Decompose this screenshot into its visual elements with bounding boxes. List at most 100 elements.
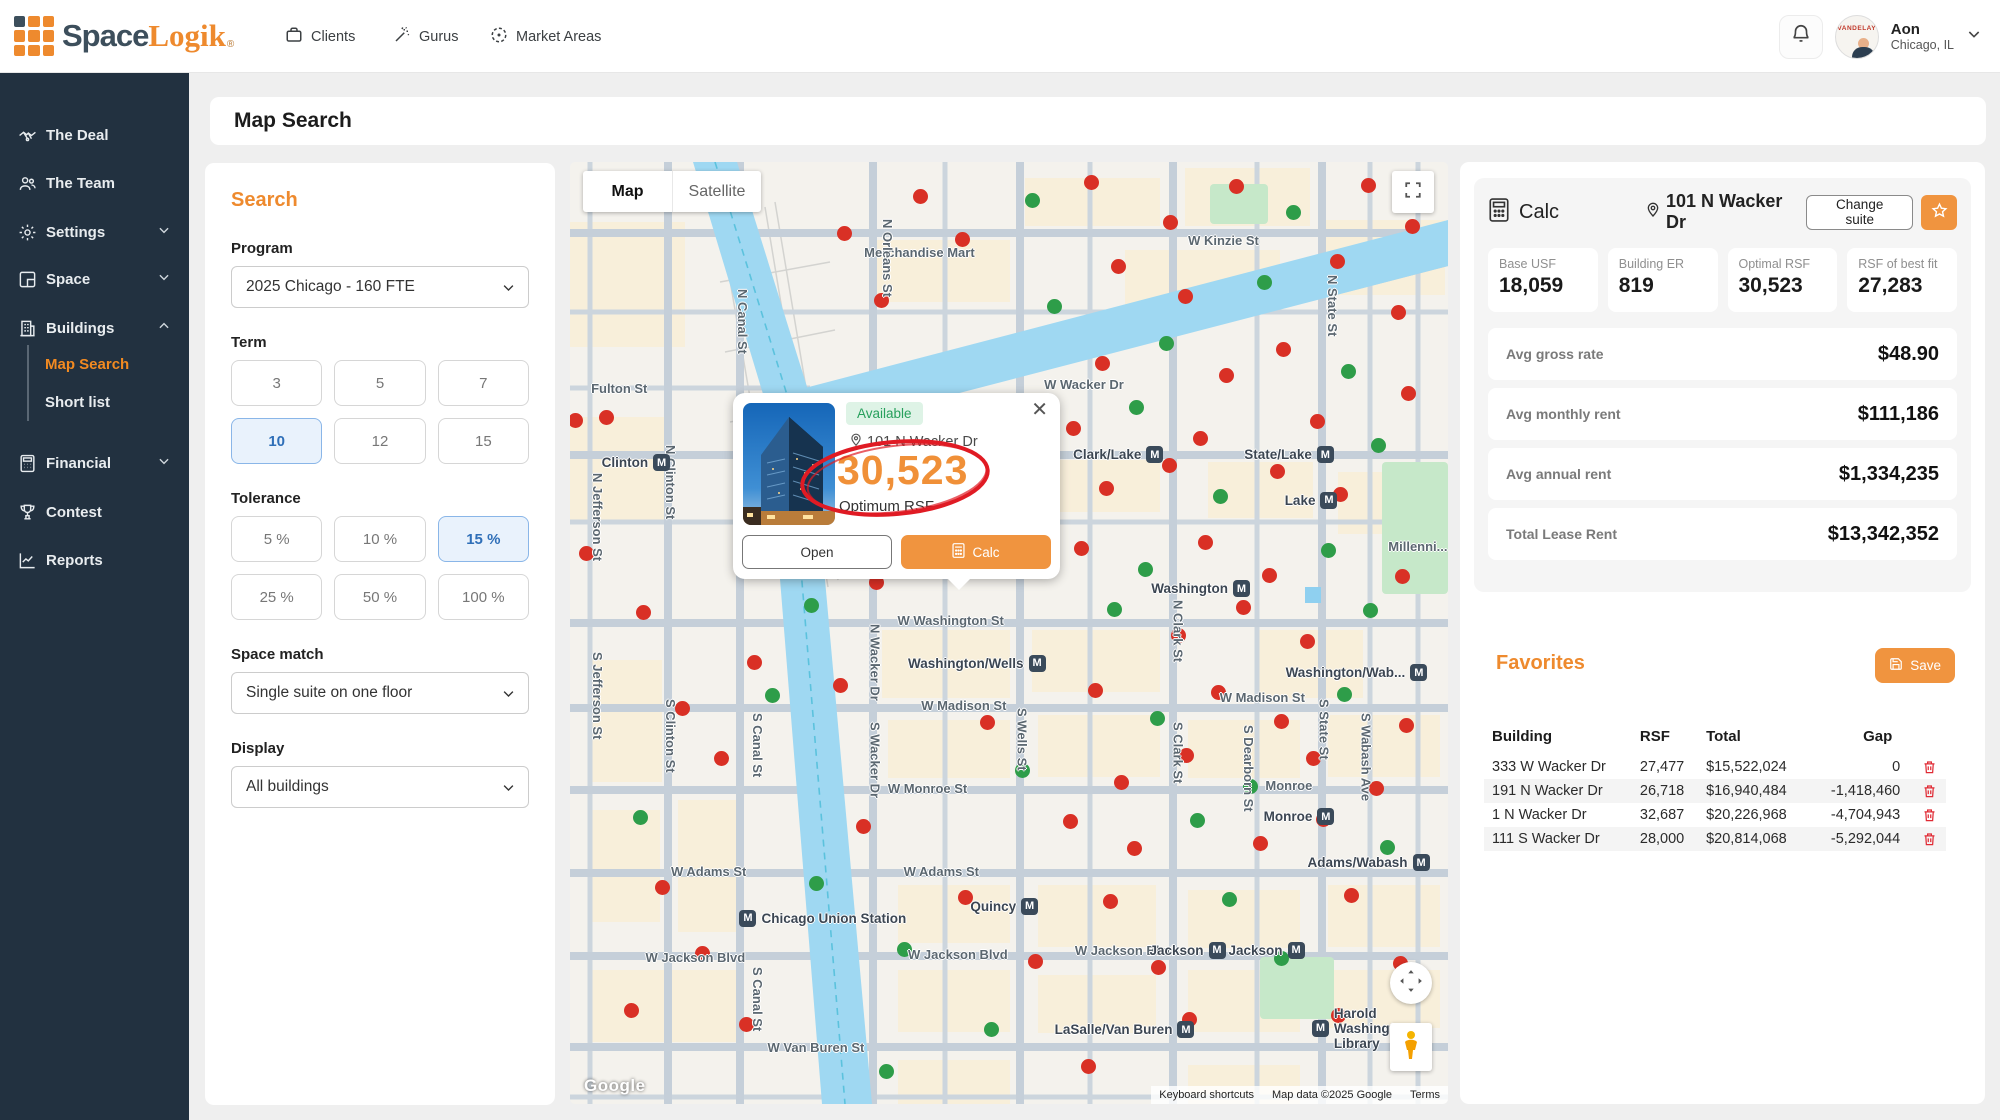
notifications-button[interactable] [1779,15,1823,59]
change-suite-button[interactable]: Change suite [1806,195,1913,230]
building-marker-green[interactable] [1371,438,1386,453]
building-marker-red[interactable] [1178,289,1193,304]
spacelogik-logo[interactable]: SpaceLogik® [14,16,234,56]
building-marker-green[interactable] [1380,840,1395,855]
map-canvas[interactable]: W Kinzie StMerchandise MartN Orleans StN… [570,162,1448,1104]
building-marker-red[interactable] [1270,464,1285,479]
term-option-15[interactable]: 15 [438,418,529,464]
building-marker-red[interactable] [1163,215,1178,230]
term-option-5[interactable]: 5 [334,360,425,406]
building-marker-green[interactable] [1341,364,1356,379]
building-marker-red[interactable] [1229,179,1244,194]
building-marker-red[interactable] [1361,178,1376,193]
save-button[interactable]: Save [1875,648,1955,683]
metro-station-label: JacksonM [1149,942,1225,959]
space-match-select[interactable]: Single suite on one floor [231,672,529,714]
building-marker-green[interactable] [1138,562,1153,577]
building-marker-green[interactable] [1190,813,1205,828]
nav-item-gurus[interactable]: Gurus [393,0,459,73]
trash-icon[interactable] [1922,759,1942,775]
building-marker-green[interactable] [1159,336,1174,351]
sidebar-item-the-team[interactable]: The Team [0,166,189,200]
sidebar-item-the-deal[interactable]: The Deal [0,118,189,152]
trash-icon[interactable] [1922,783,1942,799]
term-options: 357 10 12 15 [231,360,529,464]
building-marker-green[interactable] [1150,711,1165,726]
building-marker-red[interactable] [1262,568,1277,583]
building-marker-red[interactable] [1088,683,1103,698]
trash-icon[interactable] [1922,807,1942,823]
building-marker-red[interactable] [1405,219,1420,234]
avatar[interactable]: VANDELAY [1835,15,1879,59]
tolerance-option-25%[interactable]: 25 % [231,574,322,620]
terms-link[interactable]: Terms [1410,1089,1440,1101]
building-marker-red[interactable] [1099,481,1114,496]
metro-icon: M [1317,808,1334,825]
term-option-10[interactable]: 10 [231,418,322,464]
tolerance-option-5%[interactable]: 5 % [231,516,322,562]
sidebar-item-reports[interactable]: Reports [0,543,189,577]
building-marker-red[interactable] [837,226,852,241]
building-marker-red[interactable] [1219,368,1234,383]
metro-icon: M [1320,492,1337,509]
sidebar-subitem-map-search[interactable]: Map Search [29,345,177,383]
pan-control[interactable] [1390,962,1432,1004]
open-button[interactable]: Open [742,535,892,569]
sidebar-item-space[interactable]: Space [0,262,189,296]
close-icon[interactable]: ✕ [1031,397,1048,422]
building-marker-red[interactable] [1095,356,1110,371]
building-marker-green[interactable] [1222,892,1237,907]
nav-item-label: Gurus [419,29,459,45]
building-marker-red[interactable] [1274,714,1289,729]
tolerance-option-15%[interactable]: 15 % [438,516,529,562]
building-marker-red[interactable] [1111,259,1126,274]
building-marker-green[interactable] [1025,193,1040,208]
chevron-down-icon[interactable] [1966,26,1982,47]
tolerance-option-10%[interactable]: 10 % [334,516,425,562]
building-marker-green[interactable] [1047,299,1062,314]
trash-icon[interactable] [1922,831,1942,847]
building-marker-red[interactable] [1066,421,1081,436]
building-marker-red[interactable] [1236,600,1251,615]
program-select[interactable]: 2025 Chicago - 160 FTE [231,266,529,308]
term-option-12[interactable]: 12 [334,418,425,464]
map-type-map[interactable]: Map [583,171,672,212]
nav-item-market-areas[interactable]: Market Areas [490,0,601,73]
building-marker-green[interactable] [1257,275,1272,290]
building-marker-red[interactable] [1127,841,1142,856]
favorites-header-row: Building RSF Total Gap [1484,722,1946,755]
sidebar-item-buildings[interactable]: Buildings [0,311,189,345]
building-marker-green[interactable] [984,1022,999,1037]
building-marker-red[interactable] [1198,535,1213,550]
term-option-7[interactable]: 7 [438,360,529,406]
building-marker-green[interactable] [633,810,648,825]
building-marker-green[interactable] [1286,205,1301,220]
keyboard-shortcuts-link[interactable]: Keyboard shortcuts [1159,1089,1254,1101]
building-marker-green[interactable] [1321,543,1336,558]
street-label: Millenni... [1388,539,1447,554]
favorite-star-button[interactable] [1921,195,1957,230]
sidebar-item-contest[interactable]: Contest [0,495,189,529]
map-type-satellite[interactable]: Satellite [672,171,761,212]
sidebar-item-label: The Team [46,175,115,192]
building-marker-red[interactable] [1300,634,1315,649]
sidebar-item-settings[interactable]: Settings [0,215,189,249]
building-marker-green[interactable] [809,876,824,891]
street-label: Fulton St [591,381,647,396]
popup-calc-button[interactable]: Calc [901,535,1051,569]
pegman-control[interactable] [1390,1023,1432,1071]
tolerance-option-50%[interactable]: 50 % [334,574,425,620]
building-marker-red[interactable] [1391,305,1406,320]
tolerance-option-100%[interactable]: 100 % [438,574,529,620]
building-marker-red[interactable] [1401,386,1416,401]
stat-card-rsf-of-best-fit: RSF of best fit27,283 [1847,248,1957,312]
term-option-3[interactable]: 3 [231,360,322,406]
calc-stats: Base USF18,059Building ER819Optimal RSF3… [1488,248,1957,312]
sidebar-item-financial[interactable]: Financial [0,446,189,480]
building-marker-red[interactable] [1084,175,1099,190]
display-select[interactable]: All buildings [231,766,529,808]
sidebar-subitem-short-list[interactable]: Short list [29,383,177,421]
fullscreen-button[interactable] [1392,171,1434,213]
nav-item-clients[interactable]: Clients [285,0,355,73]
building-marker-green[interactable] [879,1064,894,1079]
